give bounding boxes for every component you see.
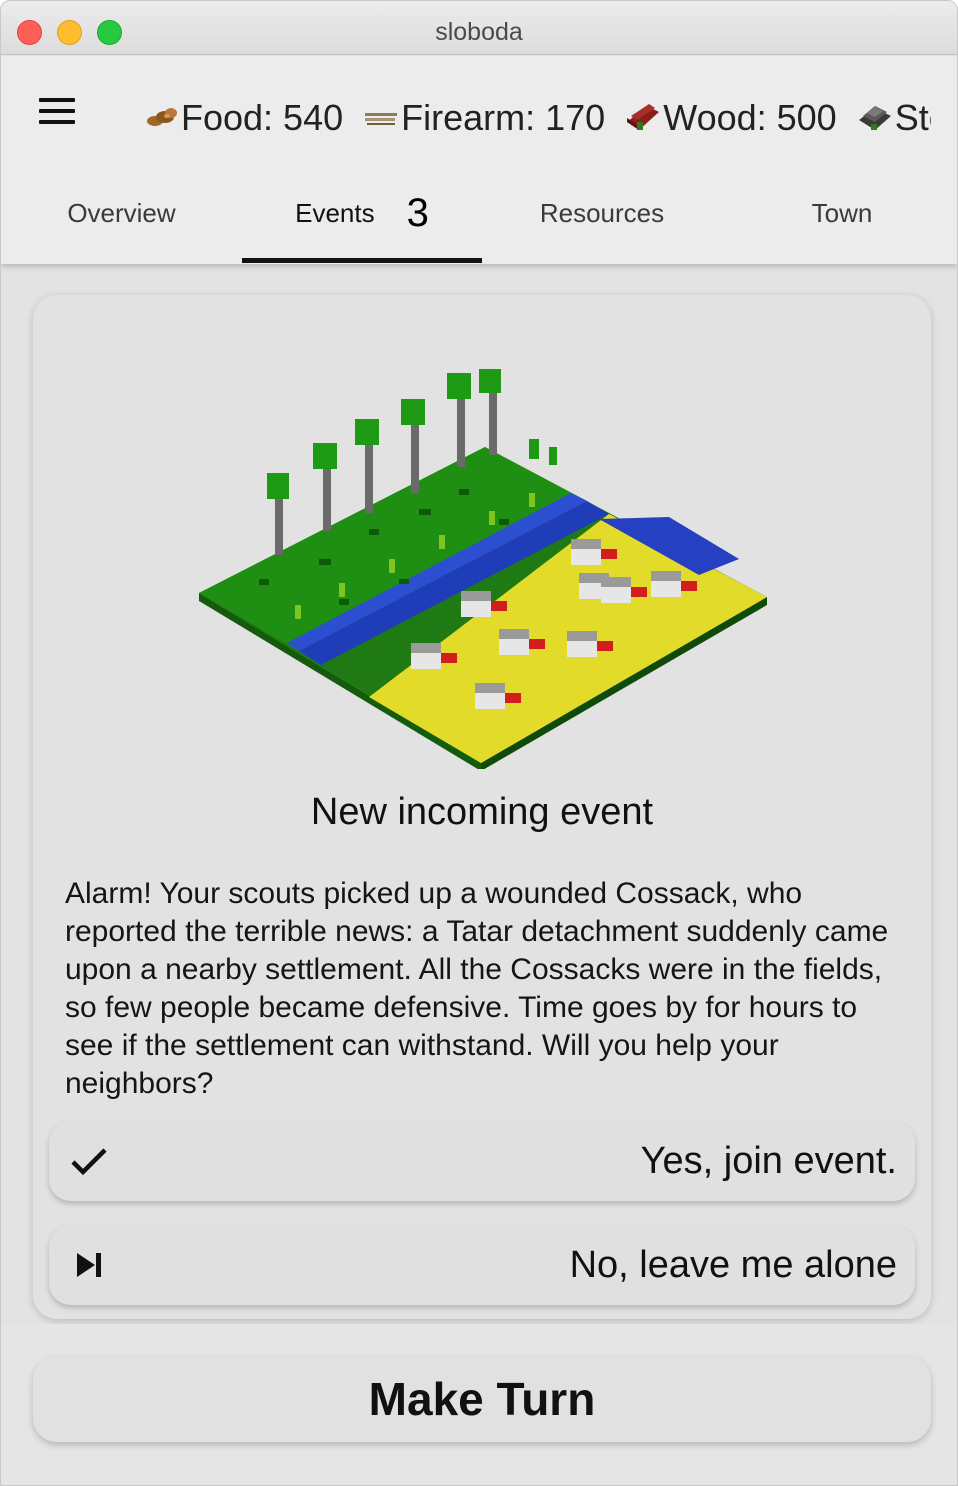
event-description: Alarm! Your scouts picked up a wounded C… [65, 877, 889, 1100]
active-tab-indicator [242, 258, 482, 263]
resource-firearm-label: Firearm: 170 [401, 97, 606, 138]
tab-events[interactable]: Events 3 [242, 176, 482, 264]
resource-strip: Food: 540 Firearm: 170 Wood: 500 St [145, 96, 931, 140]
firearm-icon [365, 113, 398, 126]
menu-button[interactable] [35, 94, 79, 130]
event-card: New incoming event Alarm! Your scouts pi… [33, 295, 931, 1319]
make-turn-button[interactable]: Make Turn [33, 1356, 931, 1442]
bottom-bar: Make Turn [1, 1324, 957, 1485]
events-content: New incoming event Alarm! Your scouts pi… [1, 264, 957, 1324]
join-event-label: Yes, join event. [640, 1140, 897, 1182]
decline-event-label: No, leave me alone [569, 1244, 897, 1286]
food-icon [147, 108, 177, 127]
tab-overview-label: Overview [67, 198, 176, 228]
tab-overview[interactable]: Overview [1, 176, 242, 264]
resource-food-label: Food: 540 [181, 97, 344, 138]
tab-town-label: Town [811, 198, 873, 228]
menu-icon [39, 98, 75, 102]
title-bar: sloboda [1, 1, 957, 55]
check-icon [71, 1148, 107, 1176]
tab-resources[interactable]: Resources [482, 176, 722, 264]
tab-resources-label: Resources [539, 198, 665, 228]
event-title: New incoming event [310, 791, 654, 833]
resource-stone: Stone [857, 96, 931, 140]
resource-firearm: Firearm: 170 [363, 96, 605, 140]
resource-food: Food: 540 [145, 96, 343, 140]
decline-event-button[interactable]: No, leave me alone [49, 1225, 915, 1305]
join-event-button[interactable]: Yes, join event. [49, 1121, 915, 1201]
resource-wood-label: Wood: 500 [663, 97, 837, 138]
app-window: sloboda Food: 540 Firearm: 170 Wood: 500… [0, 0, 958, 1486]
wood-icon [627, 104, 660, 131]
app-bar: Food: 540 Firearm: 170 Wood: 500 St Over… [1, 56, 957, 264]
events-count-badge: 3 [406, 191, 429, 235]
tab-events-label: Events [295, 198, 375, 228]
menu-icon-bar [39, 120, 75, 124]
resource-wood: Wood: 500 [625, 96, 837, 140]
event-illustration [199, 369, 767, 769]
tab-bar: Overview Events 3 Resources Town [1, 176, 957, 264]
window-title: sloboda [435, 18, 523, 46]
tab-town[interactable]: Town [722, 176, 957, 264]
stone-icon [858, 106, 891, 131]
menu-icon-bar [39, 109, 75, 113]
skip-next-icon [77, 1253, 101, 1277]
resource-stone-label: Stone [894, 97, 931, 138]
